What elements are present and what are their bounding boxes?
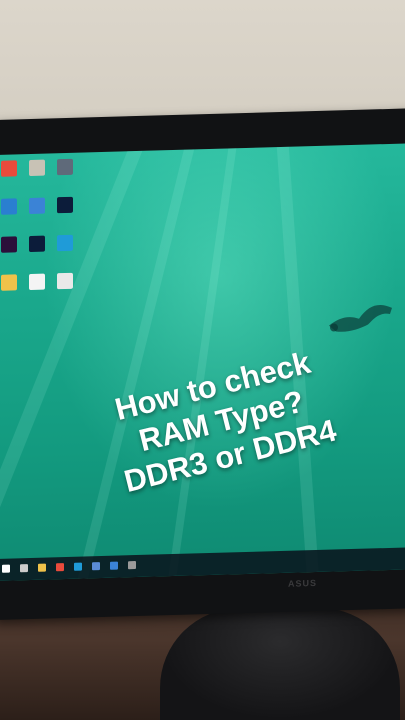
icon-3[interactable] [52, 158, 78, 200]
premiere-glyph [1, 236, 17, 253]
swimmer-silhouette [329, 305, 392, 332]
folder-glyph [1, 274, 17, 291]
icon-4-glyph [1, 198, 17, 215]
solitaire-glyph [1, 160, 17, 177]
icon-4[interactable] [0, 198, 22, 239]
desktop-icon-grid [0, 158, 104, 541]
icon-2-glyph [29, 159, 45, 177]
search-icon[interactable] [20, 564, 28, 573]
edge-glyph [57, 234, 73, 252]
start-icon[interactable] [2, 564, 10, 573]
icon-5[interactable] [24, 197, 50, 238]
taskbar [0, 547, 405, 581]
cap-glyph [29, 273, 45, 291]
photoshop-glyph [57, 196, 73, 214]
photoshop-2-glyph [29, 235, 45, 253]
file-explorer-icon[interactable] [38, 563, 46, 572]
photoshop-icon[interactable] [52, 196, 78, 238]
photoshop-2-icon[interactable] [24, 235, 50, 276]
icon-5-glyph [29, 197, 45, 215]
edge-icon[interactable] [52, 234, 78, 276]
premiere-icon[interactable] [0, 236, 22, 277]
monitor: ASUS [0, 108, 405, 620]
chrome-icon[interactable] [56, 563, 64, 572]
monitor-stand [160, 608, 400, 720]
mail-icon[interactable] [110, 561, 118, 570]
icon-2[interactable] [24, 159, 50, 200]
folder-icon[interactable] [0, 274, 22, 315]
file-icon[interactable] [52, 272, 78, 314]
edge-taskbar-icon[interactable] [74, 562, 82, 571]
cap-icon[interactable] [24, 273, 50, 314]
store-icon[interactable] [92, 562, 100, 571]
desktop-screen [0, 143, 405, 581]
monitor-brand-logo: ASUS [288, 577, 318, 589]
solitaire-icon[interactable] [0, 160, 22, 201]
icon-3-glyph [57, 158, 73, 176]
app-icon[interactable] [128, 561, 136, 570]
file-glyph [57, 272, 73, 290]
